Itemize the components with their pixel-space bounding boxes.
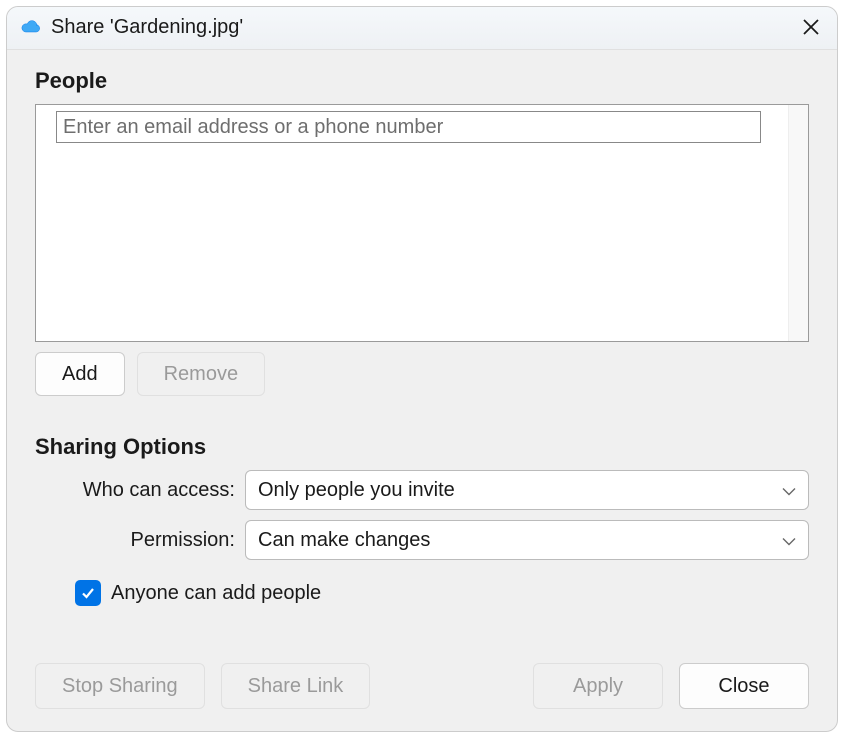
dialog-footer: Stop Sharing Share Link Apply Close [7, 645, 837, 731]
permission-value: Can make changes [258, 529, 430, 552]
sharing-options-heading: Sharing Options [35, 434, 809, 460]
who-can-access-value: Only people you invite [258, 479, 455, 502]
dialog-content: People Add Remove Sharing Options Who ca… [7, 50, 837, 645]
anyone-can-add-row: Anyone can add people [75, 580, 809, 606]
anyone-can-add-checkbox[interactable] [75, 580, 101, 606]
share-dialog: Share 'Gardening.jpg' People Add Remove … [6, 6, 838, 732]
people-email-input[interactable] [56, 111, 761, 143]
icloud-icon [21, 17, 41, 37]
anyone-can-add-label: Anyone can add people [111, 582, 321, 605]
who-can-access-select[interactable]: Only people you invite [245, 470, 809, 510]
apply-button[interactable]: Apply [533, 663, 663, 709]
share-link-button[interactable]: Share Link [221, 663, 371, 709]
scrollbar[interactable] [788, 105, 808, 341]
who-can-access-label: Who can access: [35, 479, 245, 502]
who-can-access-row: Who can access: Only people you invite [35, 470, 809, 510]
stop-sharing-button[interactable]: Stop Sharing [35, 663, 205, 709]
close-icon[interactable] [799, 15, 823, 39]
close-button[interactable]: Close [679, 663, 809, 709]
dialog-title: Share 'Gardening.jpg' [51, 16, 799, 39]
people-heading: People [35, 68, 809, 94]
sharing-options-section: Sharing Options Who can access: Only peo… [35, 434, 809, 606]
permission-select[interactable]: Can make changes [245, 520, 809, 560]
chevron-down-icon [782, 529, 796, 552]
permission-row: Permission: Can make changes [35, 520, 809, 560]
chevron-down-icon [782, 479, 796, 502]
remove-button[interactable]: Remove [137, 352, 265, 396]
add-button[interactable]: Add [35, 352, 125, 396]
permission-label: Permission: [35, 529, 245, 552]
people-actions: Add Remove [35, 352, 809, 396]
people-list [35, 104, 809, 342]
titlebar: Share 'Gardening.jpg' [7, 7, 837, 50]
